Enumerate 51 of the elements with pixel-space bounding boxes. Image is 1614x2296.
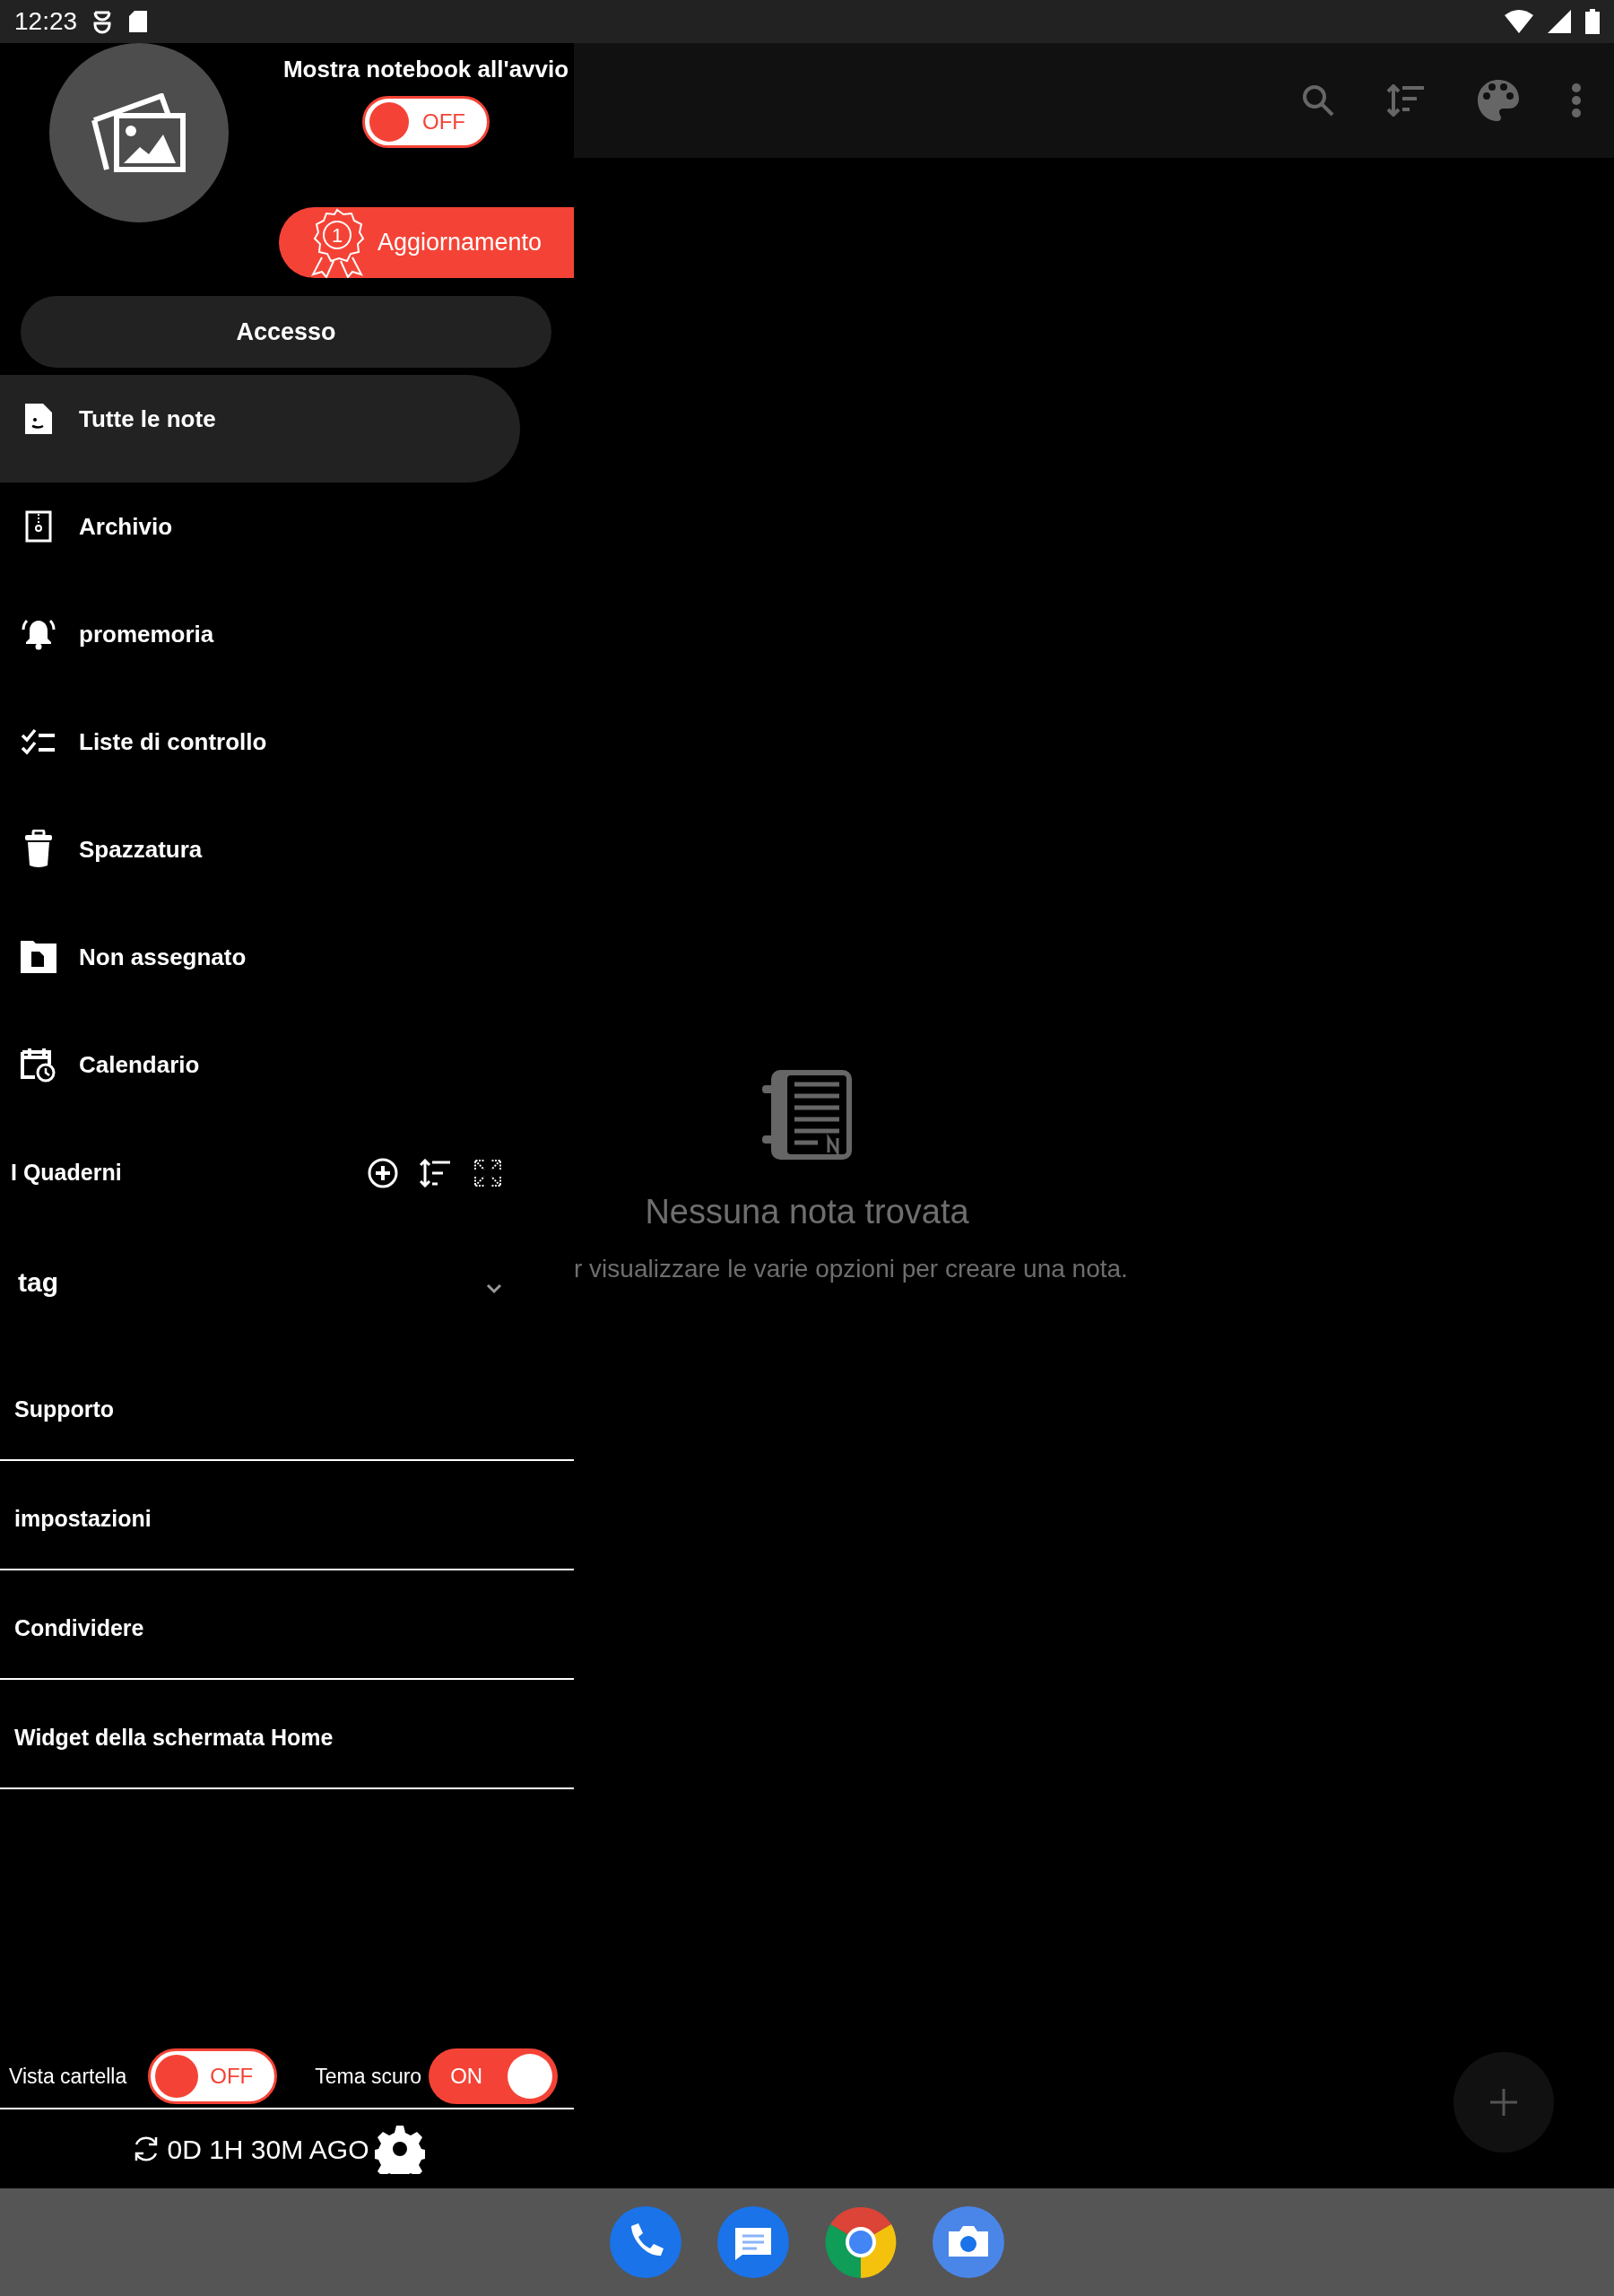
photos-icon: [91, 93, 187, 172]
palette-icon[interactable]: [1476, 78, 1521, 123]
battery-icon: [1585, 9, 1600, 34]
sort-icon[interactable]: [420, 1159, 452, 1187]
toggle-switch[interactable]: OFF: [362, 96, 490, 148]
notebook-icon: [762, 1070, 852, 1160]
drawer-link[interactable]: Supporto: [14, 1393, 115, 1427]
menu-item[interactable]: Liste di controllo: [0, 698, 520, 805]
plus-icon: [1490, 2089, 1517, 2116]
toggle-label: Mostra notebook all'avvio: [282, 55, 569, 84]
checklist-icon: [21, 728, 56, 755]
sync-status: 0D 1H 30M AGO: [167, 2133, 369, 2166]
message-icon[interactable]: [717, 2206, 789, 2278]
add-icon[interactable]: [368, 1158, 398, 1188]
more-icon[interactable]: [1571, 83, 1582, 118]
archive-icon: [25, 510, 52, 543]
toggle-label: Vista cartella: [9, 2063, 127, 2090]
upgrade-button[interactable]: 1 Aggiornamento: [279, 207, 574, 278]
status-time: 12:23: [14, 6, 78, 37]
chevron-down-icon[interactable]: [486, 1283, 502, 1294]
drawer-link[interactable]: impostazioni: [14, 1502, 152, 1536]
camera-icon[interactable]: [933, 2206, 1004, 2278]
sd-card-icon: [127, 9, 150, 34]
login-button[interactable]: Accesso: [21, 296, 551, 368]
menu-item[interactable]: Archivio: [0, 483, 520, 590]
calendar-icon: [21, 1047, 56, 1083]
menu-item[interactable]: Spazzatura: [0, 805, 520, 913]
note-icon: [23, 402, 54, 436]
folder-icon: [21, 941, 56, 973]
toggle-label: Tema scuro: [315, 2063, 422, 2090]
menu-item[interactable]: Calendario: [0, 1021, 520, 1128]
toggle-switch[interactable]: ON: [429, 2048, 559, 2104]
notebooks-heading: I Quaderni: [11, 1159, 123, 1187]
signal-icon: [1548, 10, 1571, 33]
menu-item[interactable]: Non assegnato: [0, 913, 520, 1021]
drawer-link[interactable]: Widget della schermata Home: [14, 1721, 334, 1755]
wifi-icon: [1505, 10, 1533, 33]
empty-title: Nessuna nota trovata: [645, 1192, 969, 1232]
search-icon[interactable]: [1300, 83, 1336, 118]
tags-heading: tag: [18, 1265, 59, 1299]
browser-icon[interactable]: [825, 2206, 897, 2278]
settings-icon[interactable]: [374, 2124, 425, 2174]
menu-item[interactable]: Tutte le note: [0, 375, 520, 483]
trash-icon: [24, 830, 53, 869]
phone-icon[interactable]: [610, 2206, 681, 2278]
drawer-link[interactable]: Condividere: [14, 1612, 144, 1646]
menu-item[interactable]: promemoria: [0, 590, 520, 698]
empty-hint: r visualizzare le varie opzioni per creare una nota.: [574, 1254, 1128, 1284]
expand-icon[interactable]: [473, 1159, 502, 1187]
bell-icon: [22, 617, 56, 651]
toggle-switch[interactable]: OFF: [148, 2048, 278, 2104]
